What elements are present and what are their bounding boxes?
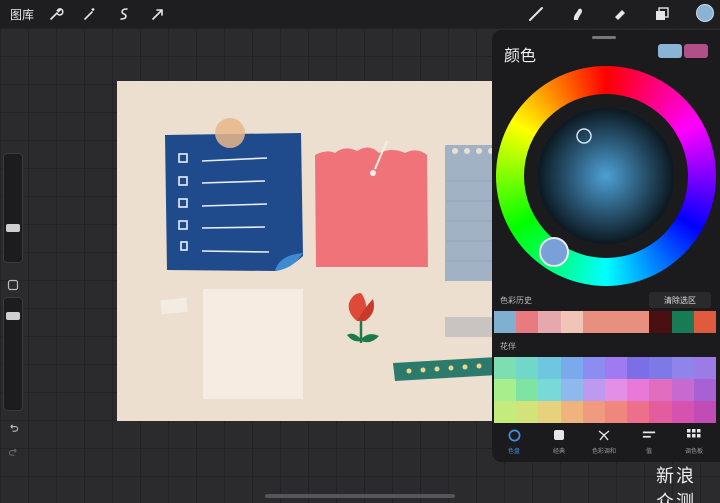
color-panel: 颜色 色彩历史 清除选区 花伴 色盘 经典 色彩调和 值 调色板 xyxy=(492,30,720,462)
palette-swatch[interactable] xyxy=(516,357,539,379)
brush-size-slider[interactable] xyxy=(3,153,23,263)
current-color-button[interactable] xyxy=(696,4,714,22)
primary-color-swatch[interactable] xyxy=(658,44,682,58)
history-swatch[interactable] xyxy=(582,311,606,333)
artwork-illustration xyxy=(160,118,497,399)
history-swatch[interactable] xyxy=(494,311,517,333)
secondary-color-swatch[interactable] xyxy=(684,44,708,58)
clear-history-button[interactable]: 清除选区 xyxy=(649,292,711,308)
palette-swatch[interactable] xyxy=(605,357,628,379)
palette-swatch[interactable] xyxy=(671,379,694,401)
layers-icon[interactable] xyxy=(652,4,672,24)
palette-swatch[interactable] xyxy=(516,379,539,401)
palette-swatch[interactable] xyxy=(627,357,650,379)
palette-swatch[interactable] xyxy=(605,379,628,401)
history-swatch[interactable] xyxy=(671,311,694,333)
palette-swatch[interactable] xyxy=(538,357,561,379)
palette-swatch[interactable] xyxy=(494,401,517,423)
palette-swatch[interactable] xyxy=(538,401,561,423)
home-indicator xyxy=(265,494,455,498)
tab-disc[interactable]: 色盘 xyxy=(492,428,536,460)
history-swatch[interactable] xyxy=(693,311,717,333)
palette-swatch[interactable] xyxy=(693,401,716,423)
color-palette xyxy=(494,357,716,423)
color-wheel[interactable] xyxy=(496,66,716,286)
palette-swatch[interactable] xyxy=(649,401,672,423)
palette-swatch[interactable] xyxy=(494,357,517,379)
drawing-canvas[interactable] xyxy=(117,81,497,421)
history-swatch[interactable] xyxy=(538,311,561,333)
wrench-icon[interactable] xyxy=(46,4,66,24)
palette-swatch[interactable] xyxy=(516,401,539,423)
grid-icon xyxy=(687,428,701,442)
selection-icon[interactable] xyxy=(114,4,134,24)
history-swatch[interactable] xyxy=(605,311,628,333)
palette-swatch[interactable] xyxy=(671,357,694,379)
color-history xyxy=(494,311,717,333)
tab-classic[interactable]: 经典 xyxy=(537,428,581,460)
eraser-icon[interactable] xyxy=(610,4,630,24)
top-toolbar: 图库 xyxy=(0,0,720,28)
undo-icon[interactable] xyxy=(5,419,21,435)
history-swatch[interactable] xyxy=(516,311,539,333)
palette-label: 花伴 xyxy=(500,342,516,351)
gallery-button[interactable]: 图库 xyxy=(10,6,34,23)
brush-icon[interactable] xyxy=(526,4,546,24)
opacity-thumb[interactable] xyxy=(6,312,20,320)
disc-icon xyxy=(507,428,521,442)
palette-swatch[interactable] xyxy=(627,401,650,423)
move-arrow-icon[interactable] xyxy=(148,4,168,24)
palette-swatch[interactable] xyxy=(538,379,561,401)
history-swatch[interactable] xyxy=(627,311,650,333)
smudge-icon[interactable] xyxy=(568,4,588,24)
palette-swatch[interactable] xyxy=(582,379,605,401)
harmony-icon xyxy=(597,428,611,442)
palette-swatch[interactable] xyxy=(671,401,694,423)
sliders-icon xyxy=(642,428,656,442)
palette-swatch[interactable] xyxy=(649,379,672,401)
redo-icon[interactable] xyxy=(5,443,21,459)
hue-picker[interactable] xyxy=(539,237,569,267)
history-swatch[interactable] xyxy=(649,311,672,333)
panel-drag-handle[interactable] xyxy=(592,36,616,39)
palette-swatch[interactable] xyxy=(627,379,650,401)
modify-square-icon[interactable] xyxy=(5,277,21,293)
opacity-slider[interactable] xyxy=(3,297,23,411)
palette-swatch[interactable] xyxy=(693,357,716,379)
palette-swatch[interactable] xyxy=(605,401,628,423)
brush-size-thumb[interactable] xyxy=(6,224,20,232)
palette-swatch[interactable] xyxy=(649,357,672,379)
magic-wand-icon[interactable] xyxy=(80,4,100,24)
palette-swatch[interactable] xyxy=(693,379,716,401)
history-swatch[interactable] xyxy=(560,311,583,333)
tab-value[interactable]: 值 xyxy=(627,428,671,460)
palette-swatch[interactable] xyxy=(560,357,583,379)
left-sidebar xyxy=(2,153,24,463)
color-mode-tabs: 色盘 经典 色彩调和 值 调色板 xyxy=(492,426,720,462)
palette-swatch[interactable] xyxy=(582,401,605,423)
tab-harmony[interactable]: 色彩调和 xyxy=(582,428,626,460)
tab-palettes[interactable]: 调色板 xyxy=(672,428,716,460)
panel-title: 颜色 xyxy=(504,46,537,65)
palette-swatch[interactable] xyxy=(560,401,583,423)
history-label: 色彩历史 xyxy=(500,296,532,305)
square-icon xyxy=(552,428,566,442)
palette-swatch[interactable] xyxy=(582,357,605,379)
palette-swatch[interactable] xyxy=(494,379,517,401)
watermark: 新浪 众测 xyxy=(656,466,696,503)
palette-swatch[interactable] xyxy=(560,379,583,401)
